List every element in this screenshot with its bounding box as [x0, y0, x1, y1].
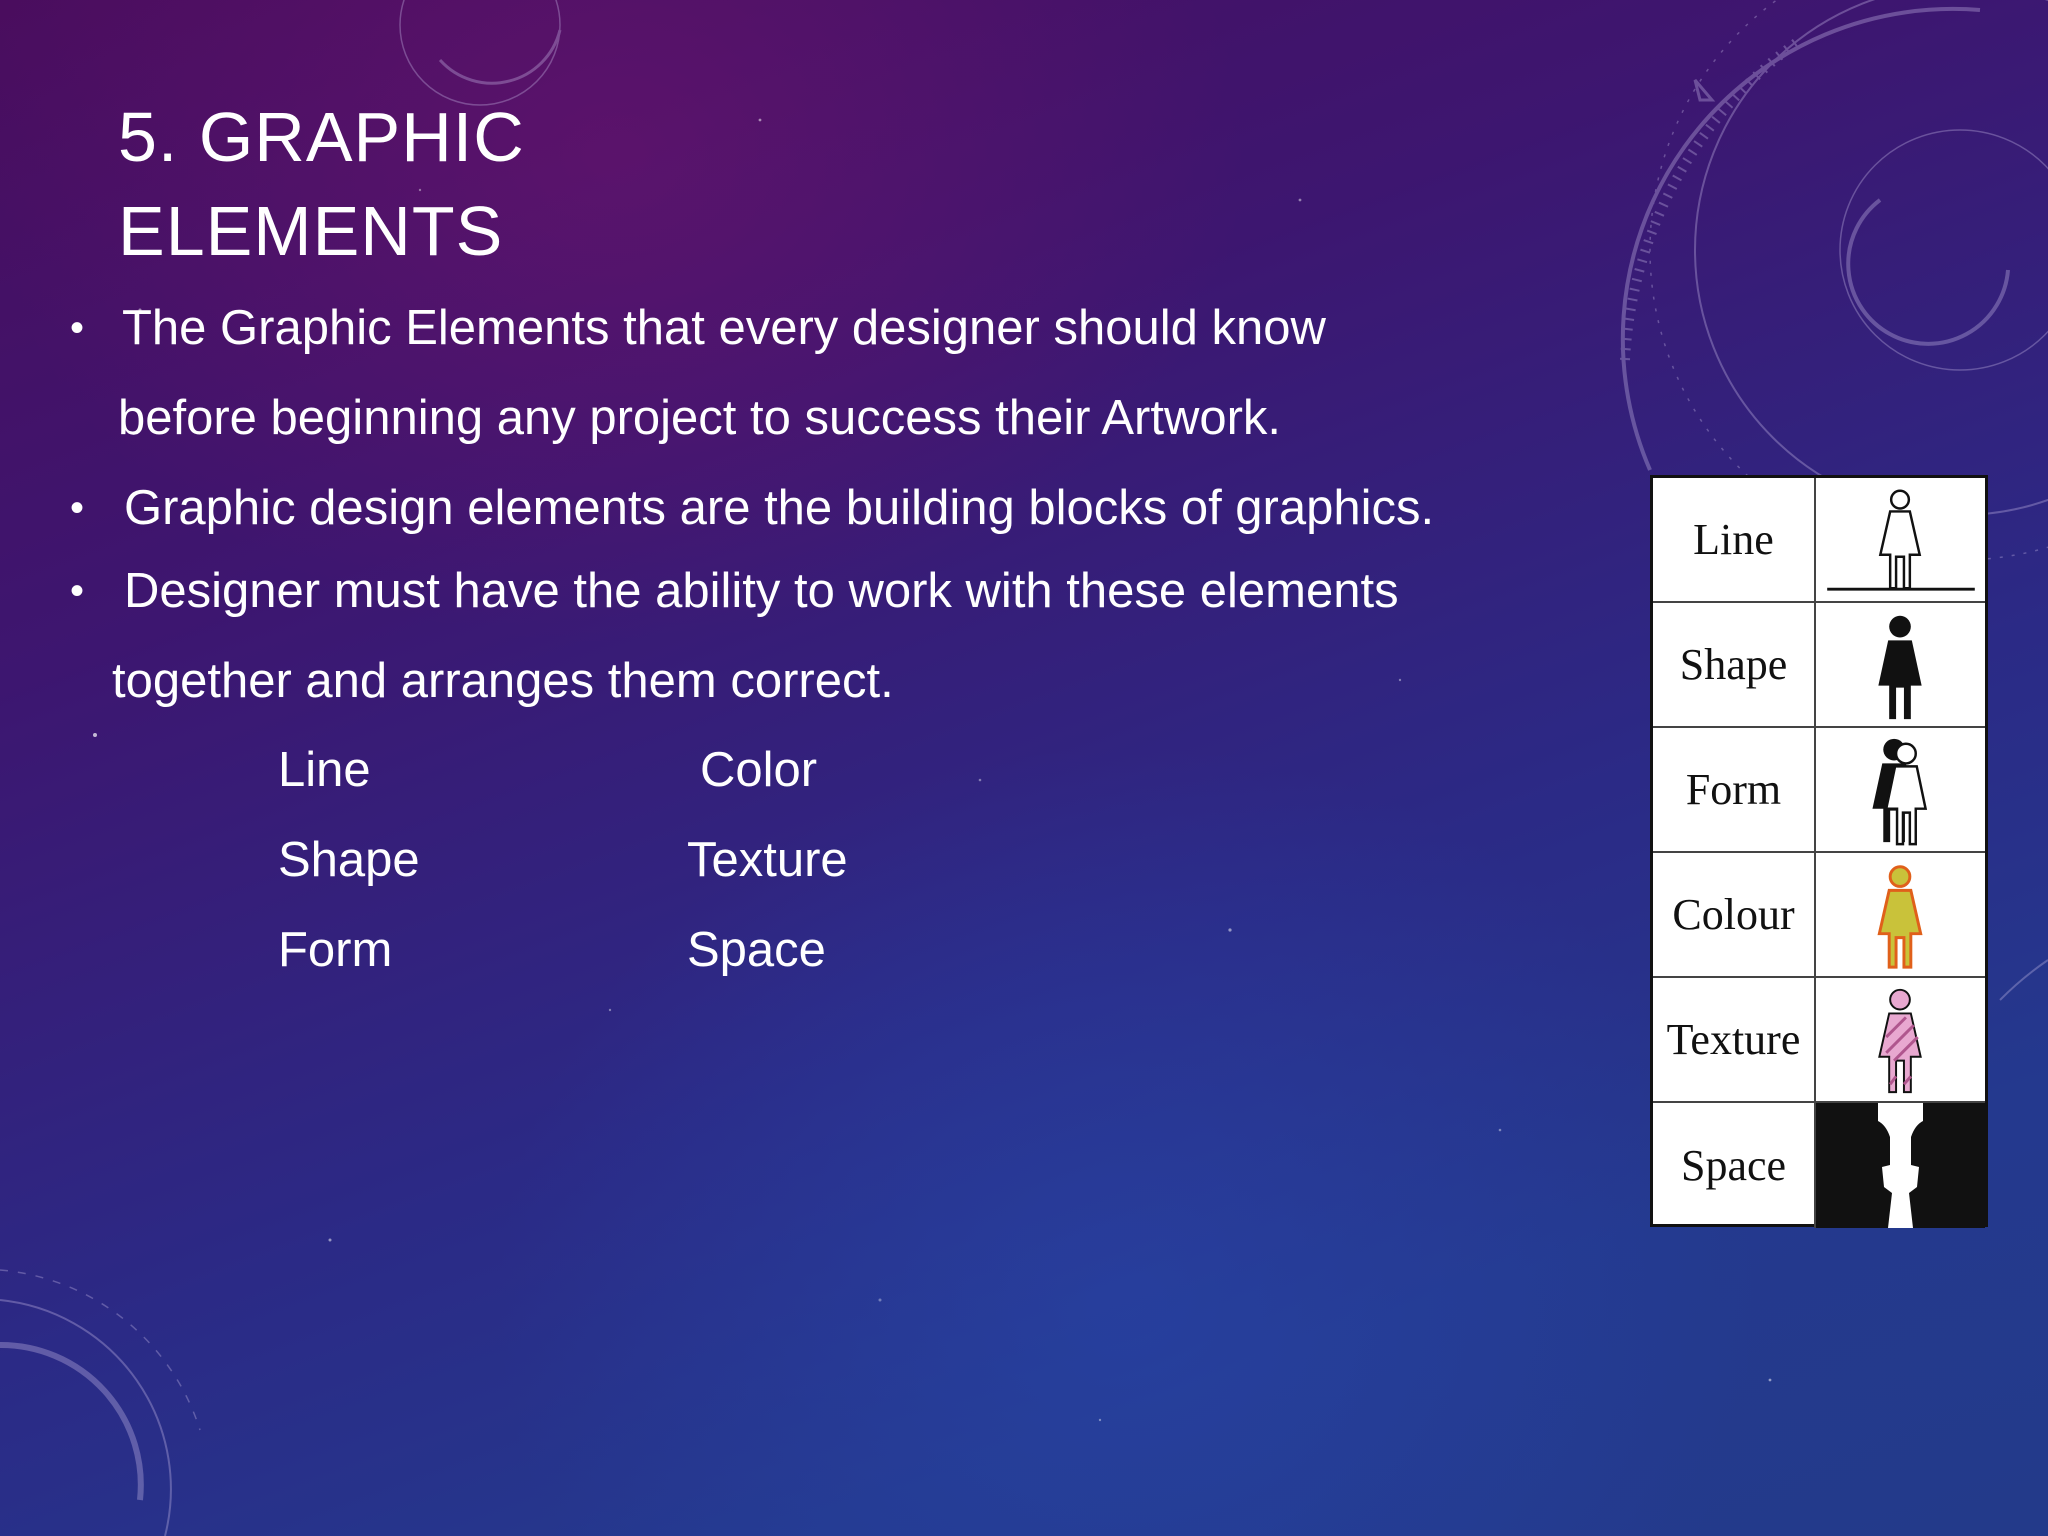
overlapping-person-form-icon	[1816, 728, 1985, 851]
bullet-3-line-1: Designer must have the ability to work w…	[124, 564, 1399, 618]
slide-title-line-2: ELEMENTS	[118, 192, 504, 270]
grid-word-form: Form	[278, 923, 393, 977]
figure-label-shape: Shape	[1653, 603, 1816, 726]
negative-space-faces-icon	[1816, 1103, 1985, 1228]
figure-row-line: Line	[1653, 478, 1985, 603]
slide-title-line-1: 5. GRAPHIC	[118, 98, 525, 176]
figure-row-form: Form	[1653, 728, 1985, 853]
figure-row-texture: Texture	[1653, 978, 1985, 1103]
graphic-elements-figure: Line Shape Form Colour Texture Space	[1650, 475, 1988, 1228]
solid-person-silhouette-icon	[1816, 603, 1985, 726]
grid-word-line: Line	[278, 743, 371, 797]
figure-label-form: Form	[1653, 728, 1816, 851]
bullet-marker: •	[70, 569, 85, 613]
figure-label-texture: Texture	[1653, 978, 1816, 1101]
bullet-3-line-2: together and arranges them correct.	[112, 654, 894, 708]
bullet-marker: •	[70, 306, 85, 350]
grid-word-color: Color	[700, 743, 818, 797]
figure-row-shape: Shape	[1653, 603, 1985, 728]
figure-row-colour: Colour	[1653, 853, 1985, 978]
slide-title: 5. GRAPHIC ELEMENTS	[118, 90, 918, 278]
outline-person-on-line-icon	[1816, 478, 1985, 601]
bullet-marker: •	[70, 486, 85, 530]
grid-word-texture: Texture	[687, 833, 848, 887]
figure-label-space: Space	[1653, 1103, 1816, 1228]
figure-label-line: Line	[1653, 478, 1816, 601]
colored-person-icon	[1816, 853, 1985, 976]
bullet-1-line-1: The Graphic Elements that every designer…	[122, 301, 1326, 355]
grid-word-shape: Shape	[278, 833, 420, 887]
figure-row-space: Space	[1653, 1103, 1985, 1228]
figure-label-colour: Colour	[1653, 853, 1816, 976]
bullet-2-line-1: Graphic design elements are the building…	[124, 481, 1435, 535]
textured-person-icon	[1816, 978, 1985, 1101]
grid-word-space: Space	[687, 923, 826, 977]
bullet-1-line-2: before beginning any project to success …	[118, 391, 1282, 445]
